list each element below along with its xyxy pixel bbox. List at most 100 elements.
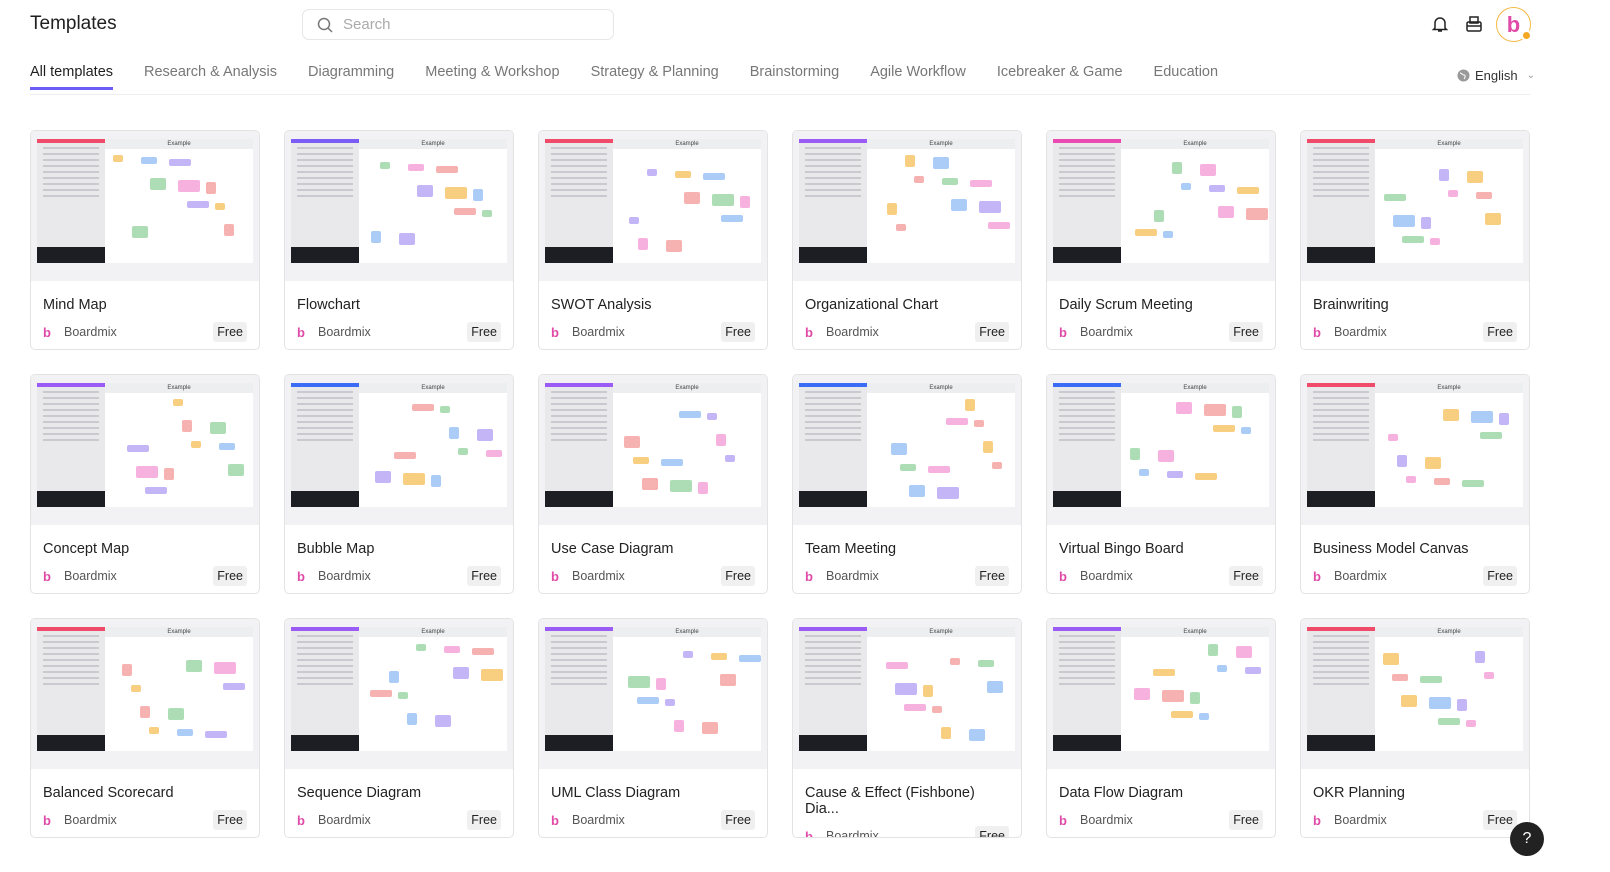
template-thumbnail: Example — [31, 131, 259, 281]
thumbnail-shape — [1393, 215, 1415, 227]
template-thumbnail: Example — [1047, 619, 1275, 769]
template-author: Boardmix — [1080, 325, 1133, 339]
thumbnail-shape — [1467, 171, 1483, 183]
template-card[interactable]: Example Concept Map b Boardmix Free — [30, 374, 260, 594]
thumbnail-shape — [909, 485, 925, 497]
thumbnail-shape — [214, 662, 236, 674]
thumbnail-shape — [988, 222, 1010, 229]
language-selector[interactable]: English ⌄ — [1457, 68, 1535, 83]
tab-meeting-workshop[interactable]: Meeting & Workshop — [425, 64, 559, 90]
template-thumbnail: Example — [539, 131, 767, 281]
thumbnail-shape — [725, 455, 735, 462]
template-card[interactable]: Example Organizational Chart b Boardmix Fr… — [792, 130, 1022, 350]
template-card[interactable]: Example Use Case Diagram b Boardmix Free — [538, 374, 768, 594]
inbox-icon[interactable] — [1464, 14, 1484, 34]
template-title: Virtual Bingo Board — [1059, 541, 1184, 557]
template-card[interactable]: Example Sequence Diagram b Boardmix Free — [284, 618, 514, 838]
thumbnail-shape — [886, 662, 908, 669]
boardmix-logo-icon: b — [551, 812, 559, 828]
thumbnail-shape — [191, 441, 201, 448]
template-card[interactable]: Example Team Meeting b Boardmix Free — [792, 374, 1022, 594]
template-thumbnail: Example — [793, 619, 1021, 769]
thumbnail-shape — [1402, 236, 1424, 243]
thumbnail-shape — [684, 192, 700, 204]
template-card[interactable]: Example Data Flow Diagram b Boardmix Free — [1046, 618, 1276, 838]
template-card[interactable]: Example Bubble Map b Boardmix Free — [284, 374, 514, 594]
boardmix-logo-icon: b — [43, 324, 51, 340]
thumbnail-shape — [703, 173, 725, 180]
thumbnail-shape — [1172, 162, 1182, 174]
thumbnail-shape — [370, 690, 392, 697]
thumbnail-shape — [1392, 674, 1408, 681]
price-badge: Free — [467, 322, 501, 342]
thumbnail-shape — [1190, 692, 1200, 704]
template-title: Business Model Canvas — [1313, 541, 1469, 557]
thumbnail-shape — [168, 708, 184, 720]
search-input[interactable] — [343, 16, 593, 33]
thumbnail-shape — [670, 480, 692, 492]
template-card[interactable]: Example Business Model Canvas b Boardmix F… — [1300, 374, 1530, 594]
template-card[interactable]: Example Balanced Scorecard b Boardmix Free — [30, 618, 260, 838]
thumbnail-shape — [904, 704, 926, 711]
tab-icebreaker-game[interactable]: Icebreaker & Game — [997, 64, 1123, 90]
globe-icon — [1457, 69, 1470, 82]
thumbnail-shape — [131, 685, 141, 692]
template-card[interactable]: Example Mind Map b Boardmix Free — [30, 130, 260, 350]
thumbnail-shape — [431, 475, 441, 487]
thumbnail-shape — [215, 203, 225, 210]
thumbnail-shape — [896, 224, 906, 231]
thumbnail-shape — [987, 681, 1003, 693]
template-thumbnail: Example — [1301, 619, 1529, 769]
thumbnail-shape — [178, 180, 200, 192]
thumbnail-shape — [716, 434, 726, 446]
thumbnail-shape — [1443, 409, 1459, 421]
template-author: Boardmix — [826, 569, 879, 583]
tab-agile-workflow[interactable]: Agile Workflow — [870, 64, 966, 90]
template-thumbnail: Example — [1047, 131, 1275, 281]
tab-education[interactable]: Education — [1154, 64, 1219, 90]
price-badge: Free — [467, 810, 501, 830]
thumbnail-shape — [1406, 476, 1416, 483]
template-card[interactable]: Example UML Class Diagram b Boardmix Free — [538, 618, 768, 838]
bell-icon[interactable] — [1430, 14, 1450, 34]
boardmix-logo-icon: b — [1313, 324, 1321, 340]
template-card[interactable]: Example Virtual Bingo Board b Boardmix Fre… — [1046, 374, 1276, 594]
boardmix-logo-icon: b — [551, 324, 559, 340]
thumbnail-shape — [407, 713, 417, 725]
boardmix-logo-icon: b — [297, 568, 305, 584]
template-title: Balanced Scorecard — [43, 785, 174, 801]
template-card[interactable]: Example OKR Planning b Boardmix Free — [1300, 618, 1530, 838]
price-badge: Free — [213, 566, 247, 586]
thumbnail-shape — [942, 178, 958, 185]
template-card[interactable]: Example SWOT Analysis b Boardmix Free — [538, 130, 768, 350]
tab-diagramming[interactable]: Diagramming — [308, 64, 394, 90]
thumbnail-shape — [403, 473, 425, 485]
thumbnail-shape — [182, 420, 192, 432]
template-card[interactable]: Example Daily Scrum Meeting b Boardmix Fre… — [1046, 130, 1276, 350]
tab-strategy-planning[interactable]: Strategy & Planning — [591, 64, 719, 90]
thumbnail-shape — [674, 720, 684, 732]
thumbnail-shape — [399, 233, 415, 245]
search-box[interactable] — [302, 9, 614, 40]
thumbnail-shape — [150, 178, 166, 190]
template-author: Boardmix — [318, 813, 371, 827]
thumbnail-shape — [371, 231, 381, 243]
avatar[interactable]: b — [1496, 7, 1532, 42]
thumbnail-shape — [1475, 651, 1485, 663]
tab-brainstorming[interactable]: Brainstorming — [750, 64, 839, 90]
thumbnail-shape — [642, 478, 658, 490]
thumbnail-shape — [983, 441, 993, 453]
thumbnail-shape — [219, 443, 235, 450]
price-badge: Free — [721, 566, 755, 586]
tab-research-analysis[interactable]: Research & Analysis — [144, 64, 277, 90]
boardmix-logo-icon: b — [297, 324, 305, 340]
template-card[interactable]: Example Cause & Effect (Fishbone) Dia...… — [792, 618, 1022, 838]
thumbnail-shape — [638, 238, 648, 250]
thumbnail-shape — [398, 692, 408, 699]
template-card[interactable]: Example Brainwriting b Boardmix Free — [1300, 130, 1530, 350]
tab-all-templates[interactable]: All templates — [30, 64, 114, 90]
template-author: Boardmix — [1080, 569, 1133, 583]
thumbnail-shape — [1401, 695, 1417, 707]
template-card[interactable]: Example Flowchart b Boardmix Free — [284, 130, 514, 350]
help-button[interactable]: ? — [1510, 822, 1544, 856]
